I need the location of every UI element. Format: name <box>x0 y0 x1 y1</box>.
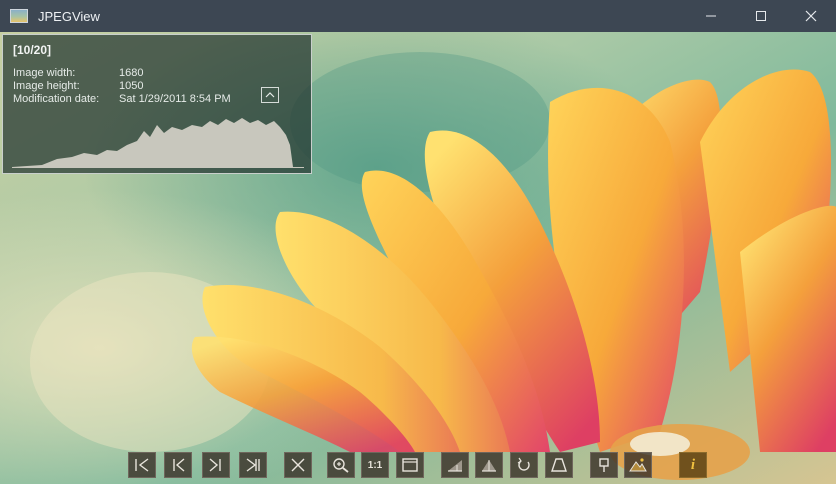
previous-icon <box>173 458 185 472</box>
next-icon <box>209 458 221 472</box>
close-icon <box>805 10 817 22</box>
minimize-icon <box>706 15 716 17</box>
histogram-chart <box>12 118 304 168</box>
image-info-panel: [10/20] Image width: 1680 Image height: 10… <box>2 34 312 174</box>
chevron-up-icon <box>265 92 275 98</box>
fit-window-icon <box>402 458 418 472</box>
one-to-one-icon: 1:1 <box>367 459 383 471</box>
histogram-adjust-icon <box>448 460 462 472</box>
close-image-button[interactable] <box>284 452 312 478</box>
minimize-button[interactable] <box>686 0 736 32</box>
rotate-icon <box>517 457 530 471</box>
info-row-date: Modification date: Sat 1/29/2011 8:54 PM <box>13 93 231 105</box>
info-value: 1050 <box>119 80 144 92</box>
window-controls <box>686 0 836 32</box>
app-icon[interactable] <box>10 9 28 23</box>
info-row-width: Image width: 1680 <box>13 67 143 79</box>
close-button[interactable] <box>786 0 836 32</box>
landscape-enhancer-button[interactable] <box>624 452 652 478</box>
perspective-button[interactable] <box>545 452 573 478</box>
first-image-button[interactable] <box>128 452 156 478</box>
rotate-button[interactable] <box>510 452 538 478</box>
info-label: Image width: <box>13 67 76 79</box>
pin-icon <box>599 458 609 472</box>
window-title: JPEGView <box>38 8 100 24</box>
landscape-icon <box>629 458 647 472</box>
info-button[interactable]: i <box>679 452 707 478</box>
auto-correction-button[interactable] <box>441 452 469 478</box>
actual-size-button[interactable]: 1:1 <box>361 452 389 478</box>
contrast-adjust-icon <box>482 460 496 472</box>
image-index: [10/20] <box>13 43 52 57</box>
navigation-toolbar: 1:1 i <box>0 449 836 481</box>
close-x-icon <box>291 458 305 472</box>
last-image-button[interactable] <box>239 452 267 478</box>
fit-window-button[interactable] <box>396 452 424 478</box>
histogram-area <box>12 118 293 167</box>
skip-first-icon <box>135 458 149 472</box>
info-row-height: Image height: 1050 <box>13 80 143 92</box>
perspective-icon <box>551 458 567 472</box>
next-image-button[interactable] <box>202 452 230 478</box>
skip-last-icon <box>246 458 260 472</box>
info-value: 1680 <box>119 67 144 79</box>
info-label: Image height: <box>13 80 80 92</box>
info-icon: i <box>690 456 696 473</box>
magnifier-icon <box>333 458 349 473</box>
local-density-button[interactable] <box>475 452 503 478</box>
zoom-in-button[interactable] <box>327 452 355 478</box>
collapse-info-button[interactable] <box>261 87 279 103</box>
maximize-icon <box>756 11 766 21</box>
keep-parameters-button[interactable] <box>590 452 618 478</box>
title-bar[interactable]: JPEGView <box>0 0 836 32</box>
info-value: Sat 1/29/2011 8:54 PM <box>119 93 231 105</box>
info-label: Modification date: <box>13 93 100 105</box>
previous-image-button[interactable] <box>164 452 192 478</box>
maximize-button[interactable] <box>736 0 786 32</box>
